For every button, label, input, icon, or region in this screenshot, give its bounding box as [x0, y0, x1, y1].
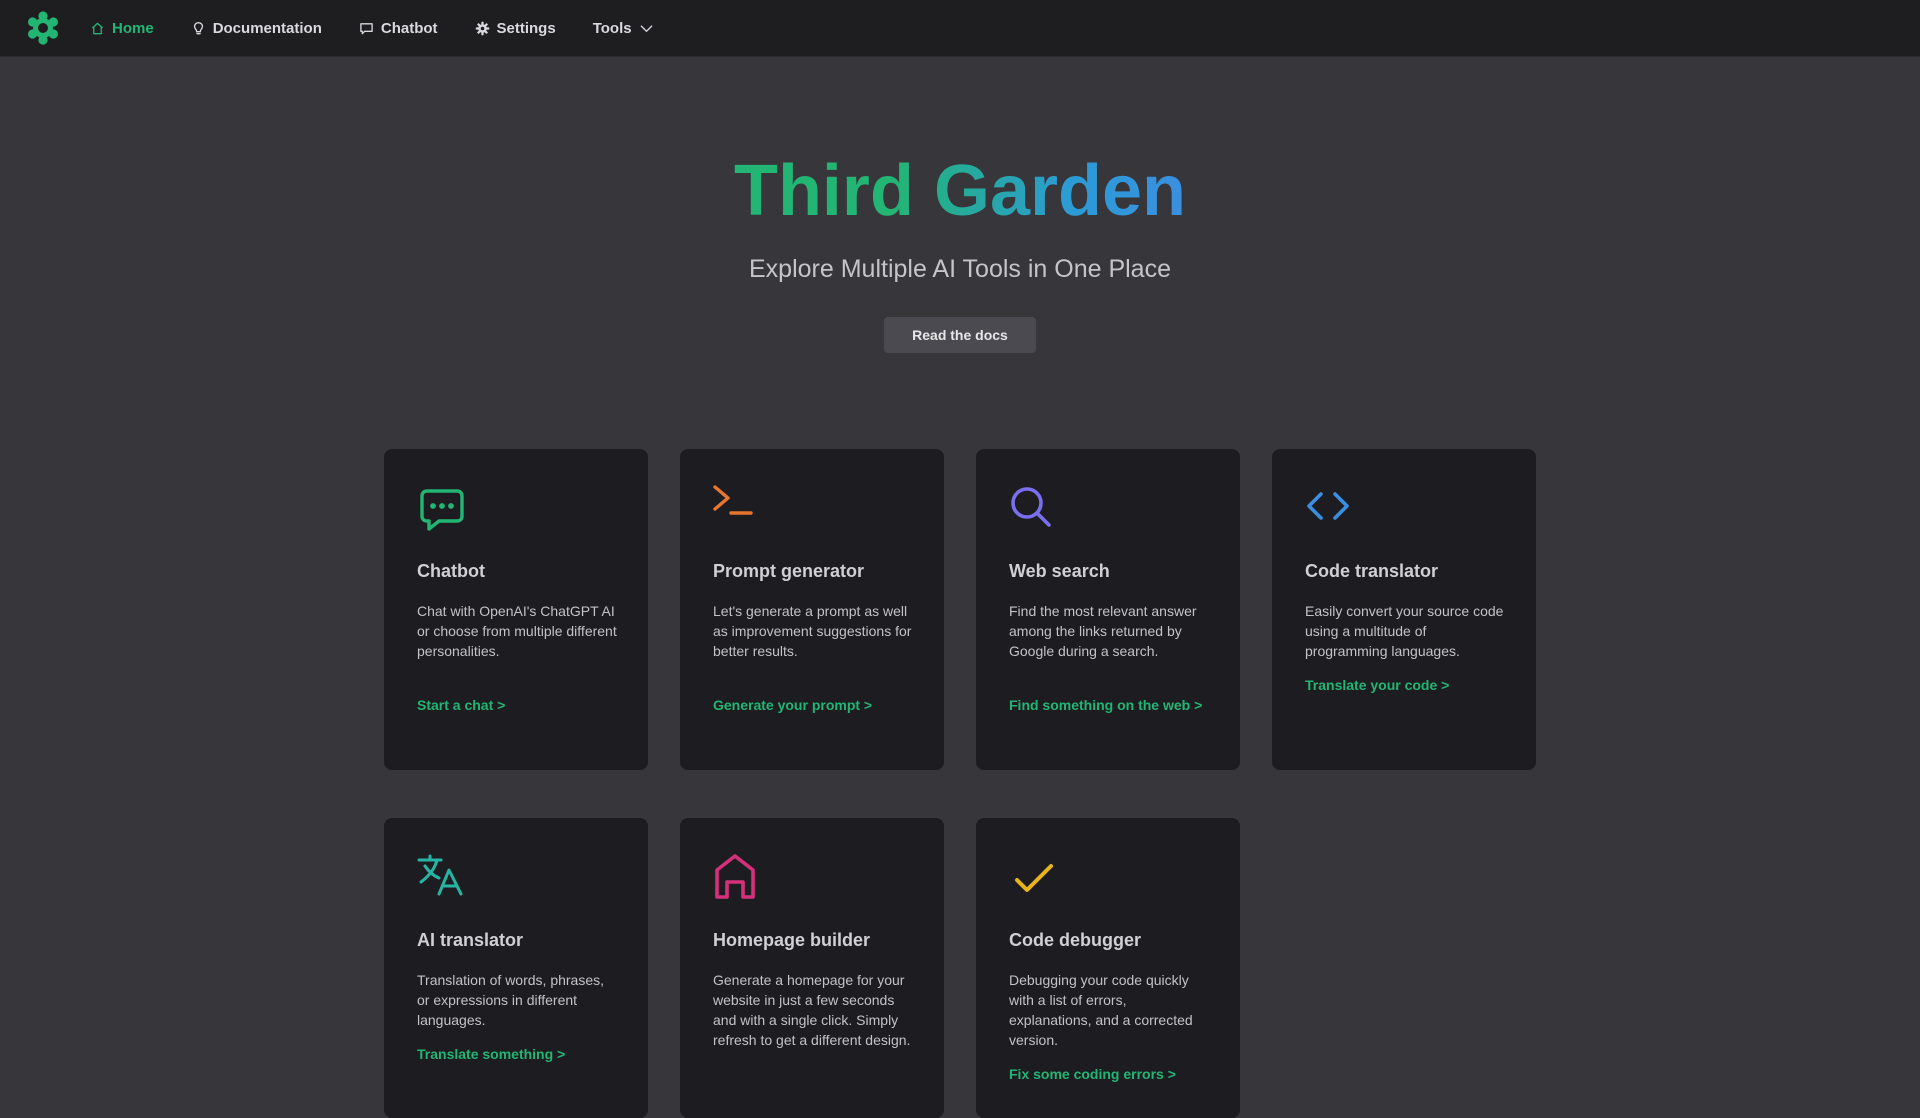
terminal-prompt-icon: [713, 485, 753, 515]
nav-chatbot-label: Chatbot: [380, 19, 438, 37]
home-icon: [715, 854, 755, 899]
card-title: AI translator: [417, 930, 524, 950]
tool-card-prompt-generator: Prompt generator Let's generate a prompt…: [680, 449, 944, 770]
tool-card-chatbot: Chatbot Chat with OpenAI's ChatGPT AI or…: [384, 449, 648, 770]
home-icon: [91, 22, 104, 34]
read-docs-button[interactable]: Read the docs: [884, 317, 1036, 353]
card-description: Chat with OpenAI's ChatGPT AI or choose …: [417, 603, 617, 659]
card-title: Homepage builder: [713, 930, 871, 950]
card-description: Find the most relevant answer among the …: [1009, 603, 1197, 659]
hero-subtitle: Explore Multiple AI Tools in One Place: [749, 255, 1171, 283]
nav-chatbot[interactable]: Chatbot: [359, 0, 438, 56]
tool-card-homepage-builder: Homepage builder Generate a homepage for…: [680, 818, 944, 1118]
card-title: Web search: [1009, 561, 1110, 581]
checkmark-icon: [1015, 864, 1053, 892]
logo-icon[interactable]: [26, 11, 60, 45]
chevron-down-icon: [640, 24, 652, 32]
card-title: Code debugger: [1009, 930, 1142, 950]
card-description: Debugging your code quickly with a list …: [1009, 972, 1193, 1048]
tool-card-ai-translator: AI translator Translation of words, phra…: [384, 818, 648, 1118]
card-description: Generate a homepage for your website in …: [713, 972, 911, 1048]
nav-home[interactable]: Home: [90, 0, 154, 56]
code-brackets-icon: [1307, 492, 1349, 520]
generate-prompt-link[interactable]: Generate your prompt >: [713, 695, 913, 715]
card-title: Code translator: [1305, 561, 1439, 581]
nav-settings-label: Settings: [496, 19, 556, 37]
nav-settings[interactable]: Settings: [475, 0, 556, 56]
card-description: Easily convert your source code using a …: [1305, 603, 1504, 659]
main-content: Third Garden Explore Multiple AI Tools i…: [0, 57, 1920, 1118]
translate-code-link[interactable]: Translate your code >: [1305, 675, 1505, 695]
web-search-link[interactable]: Find something on the web >: [1009, 695, 1209, 715]
translate-something-link[interactable]: Translate something >: [417, 1044, 617, 1064]
nav-documentation-label: Documentation: [212, 19, 322, 37]
top-navbar: Home Documentation Chatbot Settings Tool…: [0, 0, 1920, 57]
tool-card-web-search: Web search Find the most relevant answer…: [976, 449, 1240, 770]
card-title: Prompt generator: [713, 561, 865, 581]
hero-title: Third Garden: [733, 151, 1187, 231]
chat-bubble-icon: [420, 489, 464, 531]
card-description: Translation of words, phrases, or expres…: [417, 972, 605, 1028]
nav-tools-label: Tools: [592, 19, 632, 37]
card-title: Chatbot: [417, 561, 485, 581]
start-chat-link[interactable]: Start a chat >: [417, 695, 617, 715]
tool-card-code-translator: Code translator Easily convert your sour…: [1272, 449, 1536, 770]
nav-home-label: Home: [112, 19, 154, 37]
gear-icon: [475, 21, 489, 35]
search-icon: [1011, 487, 1051, 527]
language-icon: [417, 854, 463, 896]
chat-bubble-icon: [360, 22, 373, 34]
nav-tools-dropdown[interactable]: Tools: [593, 0, 654, 56]
tool-card-code-debugger: Code debugger Debugging your code quickl…: [976, 818, 1240, 1118]
lightbulb-icon: [193, 21, 203, 34]
nav-documentation[interactable]: Documentation: [191, 0, 322, 56]
fix-coding-errors-link[interactable]: Fix some coding errors >: [1009, 1064, 1209, 1084]
card-description: Let's generate a prompt as well as impro…: [713, 603, 912, 659]
